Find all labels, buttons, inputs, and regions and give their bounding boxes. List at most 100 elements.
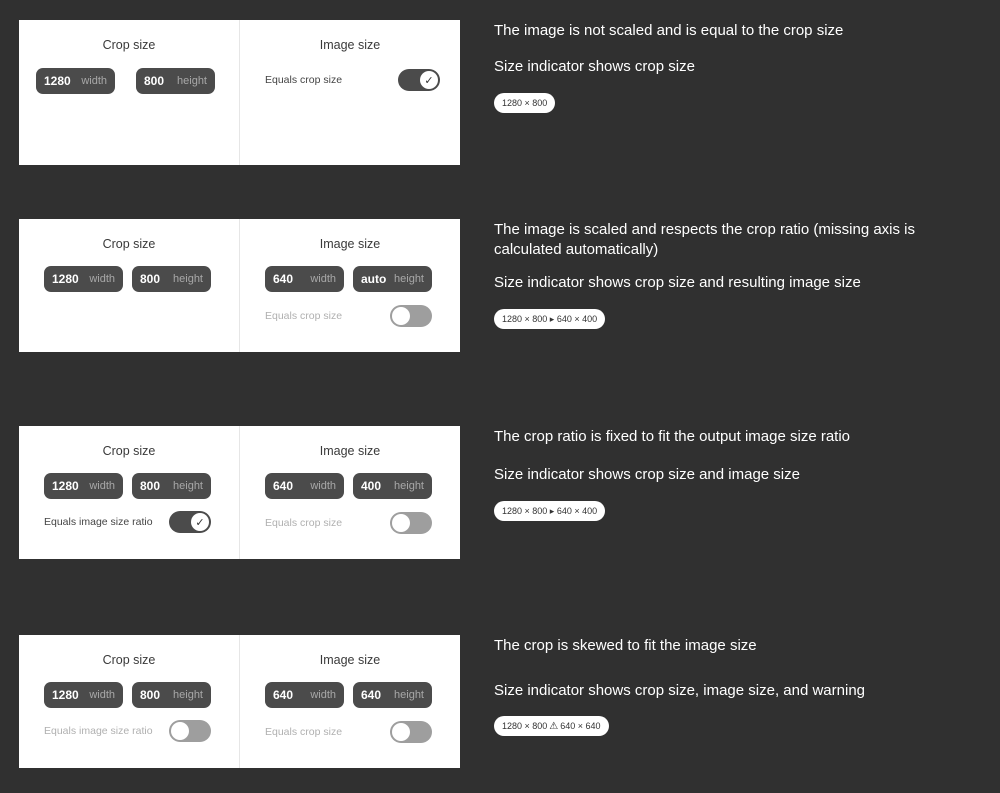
- equals-image-size-ratio-label: Equals image size ratio: [44, 516, 153, 528]
- crop-width-value: 1280: [52, 688, 79, 702]
- section-3-description: The crop ratio is fixed to fit the outpu…: [494, 428, 851, 445]
- crop-size-panel: Crop size 1280 width 800 height: [19, 219, 240, 352]
- crop-width-unit: width: [89, 480, 115, 492]
- badge-crop-size: 1280 × 800: [502, 721, 548, 731]
- toggle-knob: [171, 722, 189, 740]
- crop-height-unit: height: [173, 273, 203, 285]
- image-width-value: 640: [273, 272, 294, 286]
- section-3-indicator-description: Size indicator shows crop size and image…: [494, 466, 800, 483]
- image-size-panel: Image size 640 width auto height Equals …: [240, 219, 460, 352]
- crop-width-unit: width: [81, 75, 107, 87]
- size-indicator-badge: 1280 × 800 ⚠ 640 × 640: [494, 716, 609, 736]
- section-1-description: The image is not scaled and is equal to …: [494, 22, 844, 39]
- image-width-unit: width: [310, 480, 336, 492]
- image-height-unit: height: [394, 273, 424, 285]
- image-width-value: 640: [273, 688, 294, 702]
- section-4-indicator-description: Size indicator shows crop size, image si…: [494, 682, 866, 699]
- image-width-field[interactable]: 640 width: [265, 473, 344, 499]
- crop-height-unit: height: [173, 480, 203, 492]
- image-height-unit: height: [394, 689, 424, 701]
- toggle-knob: [392, 514, 410, 532]
- image-height-value: 640: [361, 688, 382, 702]
- equals-image-size-ratio-label: Equals image size ratio: [44, 725, 153, 737]
- size-indicator-badge: 1280 × 800 ▸ 640 × 400: [494, 309, 606, 329]
- crop-width-field[interactable]: 1280 width: [44, 266, 123, 292]
- image-width-field[interactable]: 640 width: [265, 266, 344, 292]
- image-size-title: Image size: [319, 38, 381, 52]
- crop-size-title: Crop size: [102, 444, 156, 458]
- equals-crop-size-label: Equals crop size: [265, 517, 343, 529]
- size-indicator-badge: 1280 × 800 ▸ 640 × 400: [494, 501, 606, 521]
- crop-size-title: Crop size: [102, 237, 156, 251]
- image-width-unit: width: [310, 273, 336, 285]
- image-height-field[interactable]: auto height: [353, 266, 432, 292]
- crop-size-panel: Crop size 1280 width 800 height: [19, 20, 240, 165]
- equals-crop-size-toggle[interactable]: [390, 305, 432, 327]
- crop-width-value: 1280: [52, 479, 79, 493]
- crop-height-unit: height: [173, 689, 203, 701]
- crop-width-field[interactable]: 1280 width: [44, 682, 123, 708]
- section-2-card: Crop size 1280 width 800 height Image si…: [19, 219, 460, 352]
- crop-width-value: 1280: [44, 74, 71, 88]
- section-4-description: The crop is skewed to fit the image size: [494, 637, 757, 654]
- image-size-panel: Image size 640 width 640 height Equals c…: [240, 635, 460, 768]
- section-4-card: Crop size 1280 width 800 height Equals i…: [19, 635, 460, 768]
- crop-height-field[interactable]: 800 height: [132, 266, 211, 292]
- image-height-value: auto: [361, 272, 387, 286]
- image-height-field[interactable]: 640 height: [353, 682, 432, 708]
- equals-crop-size-label: Equals crop size: [265, 74, 343, 86]
- crop-size-panel: Crop size 1280 width 800 height Equals i…: [19, 426, 240, 559]
- equals-crop-size-row: Equals crop size: [240, 305, 460, 329]
- section-3-card: Crop size 1280 width 800 height Equals i…: [19, 426, 460, 559]
- crop-height-unit: height: [177, 75, 207, 87]
- image-size-title: Image size: [319, 237, 381, 251]
- equals-crop-size-label: Equals crop size: [265, 726, 343, 738]
- equals-image-size-ratio-row: Equals image size ratio ✓: [19, 511, 239, 535]
- image-width-field[interactable]: 640 width: [265, 682, 344, 708]
- equals-crop-size-toggle[interactable]: ✓: [398, 69, 440, 91]
- badge-image-size: 640 × 640: [560, 721, 601, 731]
- check-icon: ✓: [191, 513, 209, 531]
- equals-crop-size-toggle[interactable]: [390, 721, 432, 743]
- image-size-title: Image size: [319, 653, 381, 667]
- image-size-title: Image size: [319, 444, 381, 458]
- section-2-indicator-description: Size indicator shows crop size and resul…: [494, 274, 861, 291]
- equals-crop-size-row: Equals crop size: [240, 721, 460, 745]
- crop-height-value: 800: [140, 688, 161, 702]
- crop-size-title: Crop size: [102, 38, 156, 52]
- crop-height-value: 800: [140, 272, 161, 286]
- image-width-value: 640: [273, 479, 294, 493]
- crop-height-field[interactable]: 800 height: [132, 682, 211, 708]
- section-1-indicator-description: Size indicator shows crop size: [494, 58, 695, 75]
- equals-crop-size-row: Equals crop size ✓: [240, 69, 460, 93]
- crop-width-unit: width: [89, 273, 115, 285]
- check-icon: ✓: [420, 71, 438, 89]
- size-indicator-badge: 1280 × 800: [494, 93, 556, 113]
- toggle-knob: [392, 307, 410, 325]
- section-2-description: The image is scaled and respects the cro…: [494, 221, 916, 258]
- equals-crop-size-row: Equals crop size: [240, 512, 460, 536]
- equals-image-size-ratio-toggle[interactable]: [169, 720, 211, 742]
- crop-height-field[interactable]: 800 height: [132, 473, 211, 499]
- image-size-panel: Image size Equals crop size ✓: [240, 20, 460, 165]
- image-width-unit: width: [310, 689, 336, 701]
- section-1-card: Crop size 1280 width 800 height Image si…: [19, 20, 460, 165]
- crop-height-value: 800: [144, 74, 165, 88]
- crop-height-value: 800: [140, 479, 161, 493]
- image-height-value: 400: [361, 479, 382, 493]
- crop-width-value: 1280: [52, 272, 79, 286]
- image-height-field[interactable]: 400 height: [353, 473, 432, 499]
- equals-crop-size-toggle[interactable]: [390, 512, 432, 534]
- crop-width-field[interactable]: 1280 width: [44, 473, 123, 499]
- crop-height-field[interactable]: 800 height: [136, 68, 215, 94]
- toggle-knob: [392, 723, 410, 741]
- crop-size-panel: Crop size 1280 width 800 height Equals i…: [19, 635, 240, 768]
- image-size-panel: Image size 640 width 400 height Equals c…: [240, 426, 460, 559]
- crop-width-field[interactable]: 1280 width: [36, 68, 115, 94]
- crop-size-title: Crop size: [102, 653, 156, 667]
- equals-image-size-ratio-toggle[interactable]: ✓: [169, 511, 211, 533]
- equals-image-size-ratio-row: Equals image size ratio: [19, 720, 239, 744]
- image-height-unit: height: [394, 480, 424, 492]
- crop-width-unit: width: [89, 689, 115, 701]
- equals-crop-size-label: Equals crop size: [265, 310, 343, 322]
